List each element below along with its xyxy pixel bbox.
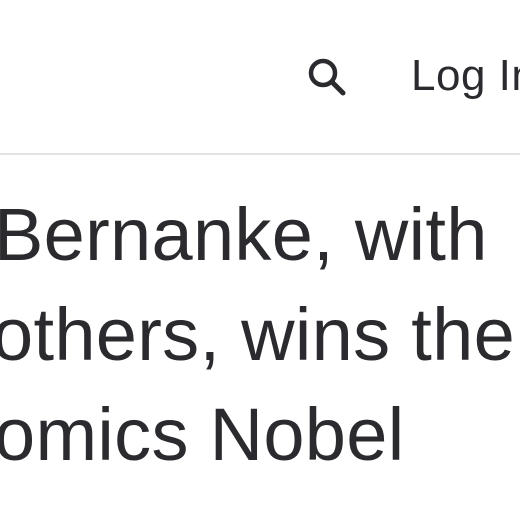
article-title-line: omics Nobel xyxy=(0,393,405,476)
article-title-line: Bernanke, with xyxy=(0,193,488,276)
site-header: Log In xyxy=(0,0,520,155)
login-link[interactable]: Log In xyxy=(411,50,520,102)
search-button[interactable] xyxy=(300,52,354,102)
article-title-line: others, wins the xyxy=(0,293,516,376)
article-title: Bernanke, with others, wins the omics No… xyxy=(0,155,520,520)
search-icon xyxy=(308,58,346,96)
